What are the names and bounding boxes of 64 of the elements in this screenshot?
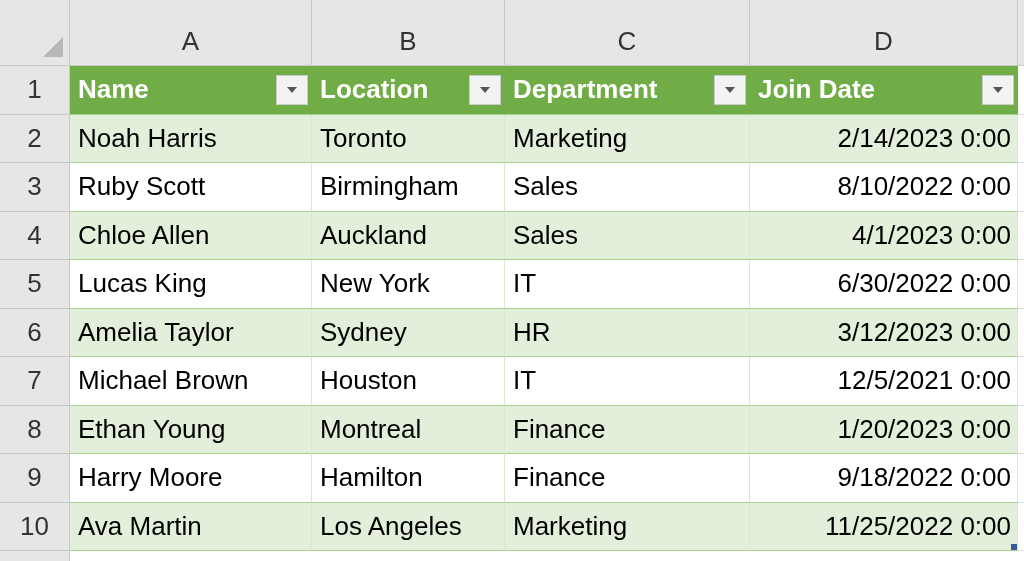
table-cell: 11/25/2022 0:00 bbox=[824, 510, 1011, 542]
table-cell: Finance bbox=[513, 462, 606, 494]
table-cell: Birmingham bbox=[320, 171, 459, 203]
row-header[interactable]: 8 bbox=[0, 405, 70, 454]
table-cell: Amelia Taylor bbox=[78, 316, 234, 348]
table-cell: Chloe Allen bbox=[78, 219, 210, 251]
table-cell: Sydney bbox=[320, 316, 407, 348]
table-cell: Finance bbox=[513, 413, 606, 445]
table-cell: 3/12/2023 0:00 bbox=[837, 316, 1011, 348]
filter-dropdown-button[interactable] bbox=[469, 74, 501, 105]
table-cell: Auckland bbox=[320, 219, 427, 251]
table-cell: Marketing bbox=[513, 122, 628, 154]
row-header[interactable]: 10 bbox=[0, 502, 70, 551]
row-header[interactable]: 2 bbox=[0, 114, 70, 163]
table-cell: Michael Brown bbox=[78, 365, 249, 397]
column-heading: Name bbox=[78, 74, 149, 106]
table-cell: Sales bbox=[513, 171, 579, 203]
column-header[interactable]: B bbox=[312, 0, 505, 66]
table-cell: 4/1/2023 0:00 bbox=[851, 219, 1011, 251]
table-cell: Noah Harris bbox=[78, 122, 217, 154]
table-cell: 8/10/2022 0:00 bbox=[837, 171, 1011, 203]
table-cell: Hamilton bbox=[320, 462, 423, 494]
column-heading: Join Date bbox=[758, 74, 876, 106]
column-header[interactable]: C bbox=[505, 0, 750, 66]
row-header[interactable]: 7 bbox=[0, 357, 70, 406]
caret-icon bbox=[480, 86, 490, 93]
column-heading: Location bbox=[320, 74, 429, 106]
table-cell: Harry Moore bbox=[78, 462, 223, 494]
corner-triangle-icon bbox=[43, 37, 63, 57]
table-cell: Ruby Scott bbox=[78, 171, 206, 203]
column-heading: Department bbox=[513, 74, 658, 106]
filter-dropdown-button[interactable] bbox=[276, 74, 308, 105]
table-cell: Sales bbox=[513, 219, 579, 251]
table-cell: Houston bbox=[320, 365, 417, 397]
table-cell: Lucas King bbox=[78, 268, 207, 300]
table-cell: 1/20/2023 0:00 bbox=[837, 413, 1011, 445]
table-cell: IT bbox=[513, 365, 537, 397]
row-header[interactable]: 9 bbox=[0, 454, 70, 503]
row-header[interactable]: 3 bbox=[0, 163, 70, 212]
column-header[interactable]: D bbox=[750, 0, 1018, 66]
caret-icon bbox=[287, 86, 297, 93]
table-cell: Toronto bbox=[320, 122, 407, 154]
table-cell: HR bbox=[513, 316, 551, 348]
table-cell: 12/5/2021 0:00 bbox=[837, 365, 1011, 397]
filter-dropdown-button[interactable] bbox=[714, 74, 746, 105]
table-cell: New York bbox=[320, 268, 430, 300]
table-cell: Los Angeles bbox=[320, 510, 462, 542]
caret-icon bbox=[993, 86, 1003, 93]
table-cell: IT bbox=[513, 268, 537, 300]
filter-dropdown-button[interactable] bbox=[982, 74, 1014, 105]
table-cell: Ethan Young bbox=[78, 413, 226, 445]
table-cell: Ava Martin bbox=[78, 510, 202, 542]
table-cell: 9/18/2022 0:00 bbox=[837, 462, 1011, 494]
resize-handle[interactable] bbox=[1011, 544, 1017, 550]
row-header[interactable]: 5 bbox=[0, 260, 70, 309]
table-cell: 2/14/2023 0:00 bbox=[837, 122, 1011, 154]
table-cell: Marketing bbox=[513, 510, 628, 542]
row-header[interactable]: 1 bbox=[0, 66, 70, 115]
table-cell: Montreal bbox=[320, 413, 422, 445]
row-header[interactable]: 4 bbox=[0, 211, 70, 260]
row-header[interactable]: 6 bbox=[0, 308, 70, 357]
table-cell: 6/30/2022 0:00 bbox=[837, 268, 1011, 300]
caret-icon bbox=[725, 86, 735, 93]
column-header[interactable]: A bbox=[70, 0, 312, 66]
